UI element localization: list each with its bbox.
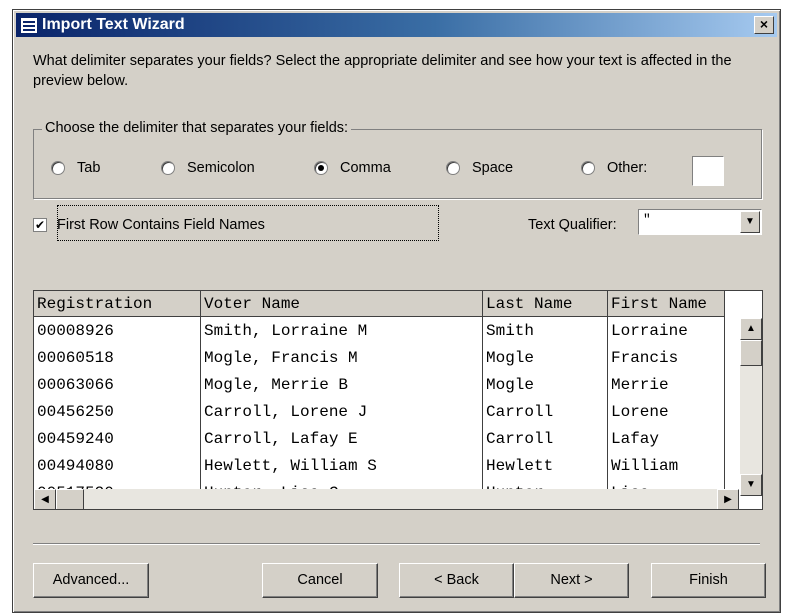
table-cell: Smith: [482, 316, 608, 344]
radio-comma[interactable]: Comma: [314, 160, 391, 176]
radio-semicolon[interactable]: Semicolon: [161, 160, 255, 176]
table-cell: Carroll, Lorene J: [200, 398, 483, 425]
wizard-app-icon: [20, 17, 38, 34]
scroll-down-icon[interactable]: ▼: [740, 474, 762, 496]
table-cell: 00008926: [34, 316, 201, 344]
divider: [33, 543, 760, 544]
radio-tab[interactable]: Tab: [51, 160, 100, 176]
delimiter-group: Choose the delimiter that separates your…: [33, 120, 762, 199]
radio-semicolon-circle[interactable]: [161, 161, 175, 175]
other-delimiter-input[interactable]: [692, 156, 724, 186]
first-row-label: First Row Contains Field Names: [57, 217, 265, 233]
delimiter-group-label: Choose the delimiter that separates your…: [42, 120, 352, 136]
chevron-down-icon[interactable]: ▼: [740, 211, 760, 233]
table-cell: Carroll, Lafay E: [200, 425, 483, 452]
header-row: Registration Voter Name Last Name First …: [34, 291, 725, 317]
table-cell: Mogle, Francis M: [200, 344, 483, 371]
preview-table: Registration Voter Name Last Name First …: [34, 291, 725, 506]
table-cell: Mogle, Merrie B: [200, 371, 483, 398]
close-button[interactable]: ×: [754, 16, 774, 34]
table-cell: 00459240: [34, 425, 201, 452]
table-cell: William: [607, 452, 725, 479]
table-cell: Hewlett, William S: [200, 452, 483, 479]
table-cell: Hewlett: [482, 452, 608, 479]
table-cell: 00494080: [34, 452, 201, 479]
radio-semicolon-label: Semicolon: [187, 160, 255, 176]
radio-space[interactable]: Space: [446, 160, 513, 176]
table-row: 00494080 Hewlett, William S Hewlett Will…: [34, 452, 725, 479]
radio-tab-label: Tab: [77, 160, 101, 176]
column-header[interactable]: Registration: [34, 291, 201, 317]
first-row-checkbox[interactable]: ✔: [33, 218, 47, 232]
radio-other-label: Other:: [607, 160, 648, 176]
horizontal-scrollbar[interactable]: ◀ ▶: [34, 489, 739, 509]
advanced-button[interactable]: Advanced...: [33, 563, 149, 598]
table-cell: 00063066: [34, 371, 201, 398]
instruction-text: What delimiter separates your fields? Se…: [33, 53, 732, 89]
vertical-scroll-thumb[interactable]: [740, 340, 762, 366]
table-cell: Lorraine: [607, 316, 725, 344]
table-row: 00456250 Carroll, Lorene J Carroll Loren…: [34, 398, 725, 425]
finish-button[interactable]: Finish: [651, 563, 766, 598]
scroll-up-icon[interactable]: ▲: [740, 318, 762, 340]
window-title: Import Text Wizard: [42, 16, 185, 33]
import-text-wizard-dialog: Import Text Wizard × What delimiter sepa…: [12, 9, 781, 613]
table-cell: Carroll: [482, 425, 608, 452]
column-header[interactable]: Last Name: [482, 291, 608, 317]
table-cell: Carroll: [482, 398, 608, 425]
table-cell: Mogle: [482, 344, 608, 371]
table-cell: Lafay: [607, 425, 725, 452]
table-row: 00063066 Mogle, Merrie B Mogle Merrie: [34, 371, 725, 398]
data-preview-grid[interactable]: Registration Voter Name Last Name First …: [33, 290, 763, 510]
scroll-right-icon[interactable]: ▶: [717, 489, 739, 509]
text-qualifier-select[interactable]: " ▼: [638, 209, 762, 235]
table-row: 00060518 Mogle, Francis M Mogle Francis: [34, 344, 725, 371]
table-cell: 00060518: [34, 344, 201, 371]
table-row: 00008926 Smith, Lorraine M Smith Lorrain…: [34, 316, 725, 344]
radio-tab-circle[interactable]: [51, 161, 65, 175]
text-qualifier-value: ": [643, 212, 651, 227]
radio-space-label: Space: [472, 160, 514, 176]
table-cell: Lorene: [607, 398, 725, 425]
table-cell: Francis: [607, 344, 725, 371]
next-button[interactable]: Next >: [514, 563, 629, 598]
radio-space-circle[interactable]: [446, 161, 460, 175]
radio-other-circle[interactable]: [581, 161, 595, 175]
column-header[interactable]: First Name: [607, 291, 725, 317]
table-cell: Merrie: [607, 371, 725, 398]
back-button[interactable]: < Back: [399, 563, 514, 598]
radio-comma-circle[interactable]: [314, 161, 328, 175]
scroll-left-icon[interactable]: ◀: [34, 489, 56, 509]
text-qualifier-label: Text Qualifier:: [528, 217, 617, 233]
first-row-field-names[interactable]: ✔ First Row Contains Field Names: [33, 217, 265, 233]
table-cell: Mogle: [482, 371, 608, 398]
cancel-button[interactable]: Cancel: [262, 563, 378, 598]
vertical-scrollbar[interactable]: ▲ ▼: [740, 318, 762, 496]
radio-other[interactable]: Other:: [581, 160, 647, 176]
table-row: 00459240 Carroll, Lafay E Carroll Lafay: [34, 425, 725, 452]
table-cell: 00456250: [34, 398, 201, 425]
radio-comma-label: Comma: [340, 160, 391, 176]
table-cell: Smith, Lorraine M: [200, 316, 483, 344]
horizontal-scroll-thumb[interactable]: [56, 489, 84, 509]
title-bar[interactable]: Import Text Wizard ×: [16, 13, 777, 37]
column-header[interactable]: Voter Name: [200, 291, 483, 317]
